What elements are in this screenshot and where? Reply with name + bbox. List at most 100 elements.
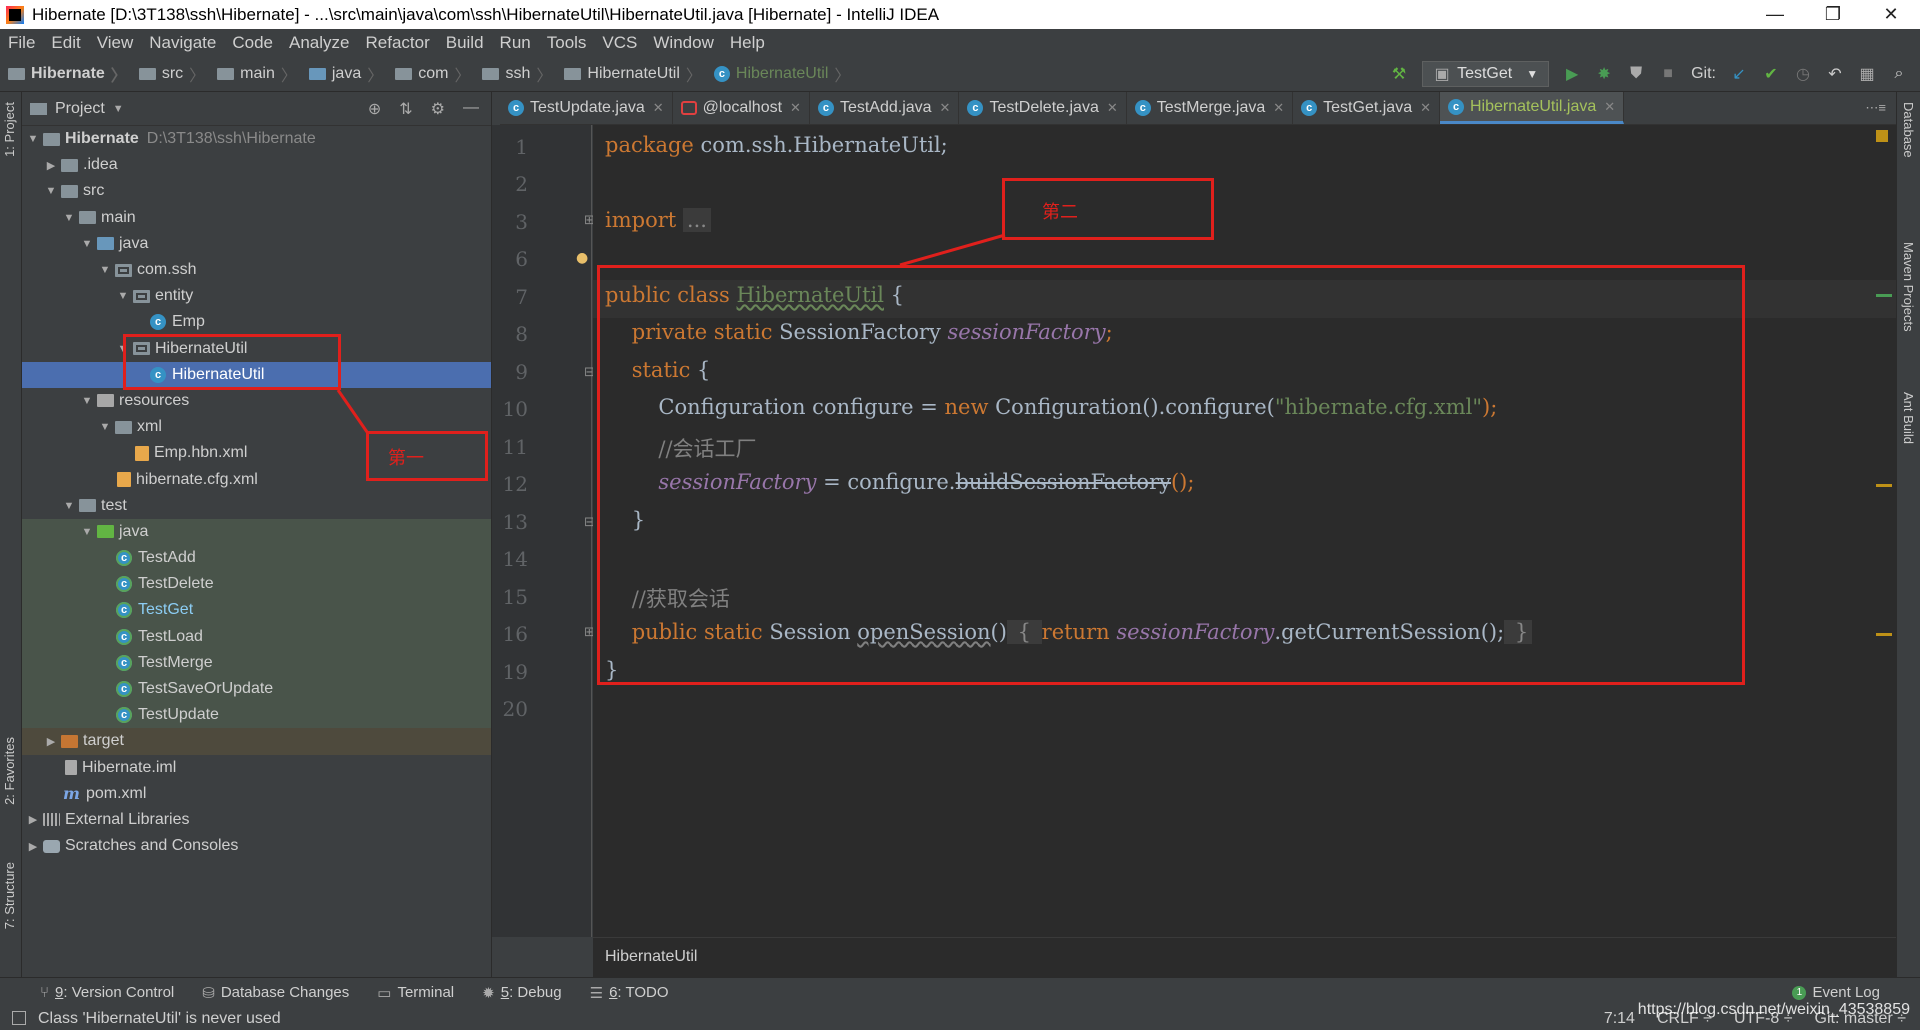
tab-localhost[interactable]: @localhost ✕ [673, 92, 810, 124]
folded-imports[interactable]: ... [682, 208, 711, 232]
close-icon[interactable]: ✕ [940, 100, 951, 116]
tab-testadd[interactable]: c TestAdd.java ✕ [810, 92, 960, 124]
project-structure-icon[interactable]: ▦ [1858, 65, 1876, 83]
git-commit-icon[interactable]: ✔ [1762, 65, 1780, 83]
structure-tool-tab[interactable]: 7: Structure [2, 862, 17, 929]
project-tool-tab[interactable]: 1: Project [2, 102, 17, 157]
close-icon[interactable]: ✕ [1420, 100, 1431, 116]
menu-help[interactable]: Help [722, 33, 773, 53]
menu-navigate[interactable]: Navigate [141, 33, 224, 53]
close-icon[interactable]: ✕ [790, 100, 801, 116]
restore-button[interactable]: ❐ [1804, 4, 1862, 25]
warning-marker[interactable] [1876, 633, 1892, 636]
tree-item[interactable]: c TestDelete [22, 571, 491, 598]
stop-icon[interactable]: ■ [1659, 65, 1677, 83]
nav-crumb-src[interactable]: src 〉 [131, 62, 209, 86]
menu-code[interactable]: Code [224, 33, 281, 53]
nav-crumb-main[interactable]: main 〉 [209, 62, 301, 86]
favorites-tool-tab[interactable]: 2: Favorites [2, 737, 17, 805]
nav-crumb-com[interactable]: com 〉 [387, 62, 474, 86]
expanded-arrow-icon[interactable]: ▼ [62, 212, 76, 224]
nav-crumb-hibernateutil-package[interactable]: HibernateUtil 〉 [556, 62, 706, 86]
expanded-arrow-icon[interactable]: ▼ [98, 421, 112, 433]
tab-testdelete[interactable]: c TestDelete.java ✕ [959, 92, 1127, 124]
hide-icon[interactable]: — [463, 99, 479, 119]
tree-item[interactable]: ▼ com.ssh [22, 257, 491, 283]
tree-item[interactable]: c TestUpdate [22, 702, 491, 729]
tree-item[interactable]: m pom.xml [22, 781, 491, 807]
tree-item[interactable]: ▼ java [22, 518, 491, 545]
menu-build[interactable]: Build [438, 33, 492, 53]
tree-item[interactable]: ▼ main [22, 205, 491, 231]
menu-run[interactable]: Run [492, 33, 539, 53]
debug-icon[interactable]: ✸ [1595, 65, 1613, 83]
expanded-arrow-icon[interactable]: ▼ [44, 185, 58, 197]
analysis-status-icon[interactable] [1876, 130, 1888, 142]
tree-item[interactable]: ▶ Scratches and Consoles [22, 833, 491, 859]
expanded-arrow-icon[interactable]: ▼ [80, 238, 94, 250]
expanded-arrow-icon[interactable]: ▼ [26, 133, 40, 145]
database-changes-tool[interactable]: ⛁ Database Changes [188, 984, 363, 1002]
version-control-tool[interactable]: ⑂ 9: Version Control [0, 984, 188, 1001]
expanded-arrow-icon[interactable]: ▼ [116, 290, 130, 302]
menu-window[interactable]: Window [645, 33, 721, 53]
tree-item[interactable]: c TestGet [22, 597, 491, 624]
close-icon[interactable]: ✕ [1604, 99, 1615, 115]
locate-icon[interactable]: ⊕ [368, 99, 381, 119]
chevron-down-icon[interactable]: ▼ [113, 103, 124, 115]
close-icon[interactable]: ✕ [1273, 100, 1284, 116]
debug-tool[interactable]: ✹ 5: Debug [468, 984, 575, 1002]
tree-item[interactable]: c Emp [22, 309, 491, 335]
tree-item[interactable]: ▶ target [22, 728, 491, 755]
tree-item[interactable]: ▼ resources [22, 388, 491, 414]
tree-item[interactable]: Hibernate.iml [22, 755, 491, 781]
build-hammer-icon[interactable]: ⚒ [1390, 65, 1408, 83]
expanded-arrow-icon[interactable]: ▼ [62, 500, 76, 512]
editor-breadcrumb[interactable]: HibernateUtil [593, 937, 1896, 977]
tab-list-icon[interactable]: ⋯≡ [1855, 100, 1896, 124]
menu-refactor[interactable]: Refactor [357, 33, 437, 53]
close-icon[interactable]: ✕ [653, 100, 664, 116]
run-icon[interactable]: ▶ [1563, 65, 1581, 83]
project-panel-title[interactable]: Project [55, 100, 105, 118]
database-tool-tab[interactable]: Database [1901, 102, 1916, 158]
collapse-all-icon[interactable]: ⇅ [399, 99, 412, 119]
nav-crumb-project[interactable]: Hibernate 〉 [0, 62, 131, 86]
ant-tool-tab[interactable]: Ant Build [1901, 392, 1916, 444]
minimize-button[interactable]: — [1746, 4, 1804, 25]
tree-item[interactable]: ▼ entity [22, 283, 491, 309]
close-button[interactable]: ✕ [1862, 4, 1920, 25]
tree-item[interactable]: c TestMerge [22, 649, 491, 676]
menu-view[interactable]: View [89, 33, 142, 53]
expanded-arrow-icon[interactable]: ▼ [98, 264, 112, 276]
caret-position[interactable]: 7:14 [1604, 1010, 1635, 1028]
revert-icon[interactable]: ↶ [1826, 65, 1844, 83]
menu-analyze[interactable]: Analyze [281, 33, 357, 53]
intention-bulb-icon[interactable]: ● [576, 250, 588, 266]
run-configuration-select[interactable]: ▣ TestGet ▼ [1422, 60, 1550, 87]
tree-item[interactable]: c TestSaveOrUpdate [22, 675, 491, 703]
collapsed-arrow-icon[interactable]: ▶ [44, 735, 58, 748]
menu-file[interactable]: File [0, 33, 43, 53]
tree-item[interactable]: ▶ .idea [22, 152, 491, 178]
collapsed-arrow-icon[interactable]: ▶ [26, 840, 40, 853]
menu-tools[interactable]: Tools [539, 33, 595, 53]
maven-tool-tab[interactable]: Maven Projects [1901, 242, 1916, 332]
tab-testupdate[interactable]: c TestUpdate.java ✕ [500, 92, 673, 124]
tab-testget[interactable]: c TestGet.java ✕ [1293, 92, 1440, 124]
close-icon[interactable]: ✕ [1107, 100, 1118, 116]
tree-item[interactable]: c TestAdd [22, 545, 491, 572]
tab-testmerge[interactable]: c TestMerge.java ✕ [1127, 92, 1294, 124]
tree-item[interactable]: ▼ test [22, 493, 491, 519]
gear-icon[interactable]: ⚙ [431, 99, 445, 119]
menu-edit[interactable]: Edit [43, 33, 88, 53]
tree-item[interactable]: c TestLoad [22, 623, 491, 650]
tree-item[interactable]: ▼ src [22, 178, 491, 204]
tree-item[interactable]: ▶ External Libraries [22, 807, 491, 833]
change-marker[interactable] [1876, 294, 1892, 297]
expanded-arrow-icon[interactable]: ▼ [80, 526, 94, 538]
nav-crumb-java[interactable]: java 〉 [301, 62, 387, 86]
git-history-icon[interactable]: ◷ [1794, 65, 1812, 83]
nav-crumb-ssh[interactable]: ssh 〉 [474, 62, 556, 86]
menu-vcs[interactable]: VCS [594, 33, 645, 53]
